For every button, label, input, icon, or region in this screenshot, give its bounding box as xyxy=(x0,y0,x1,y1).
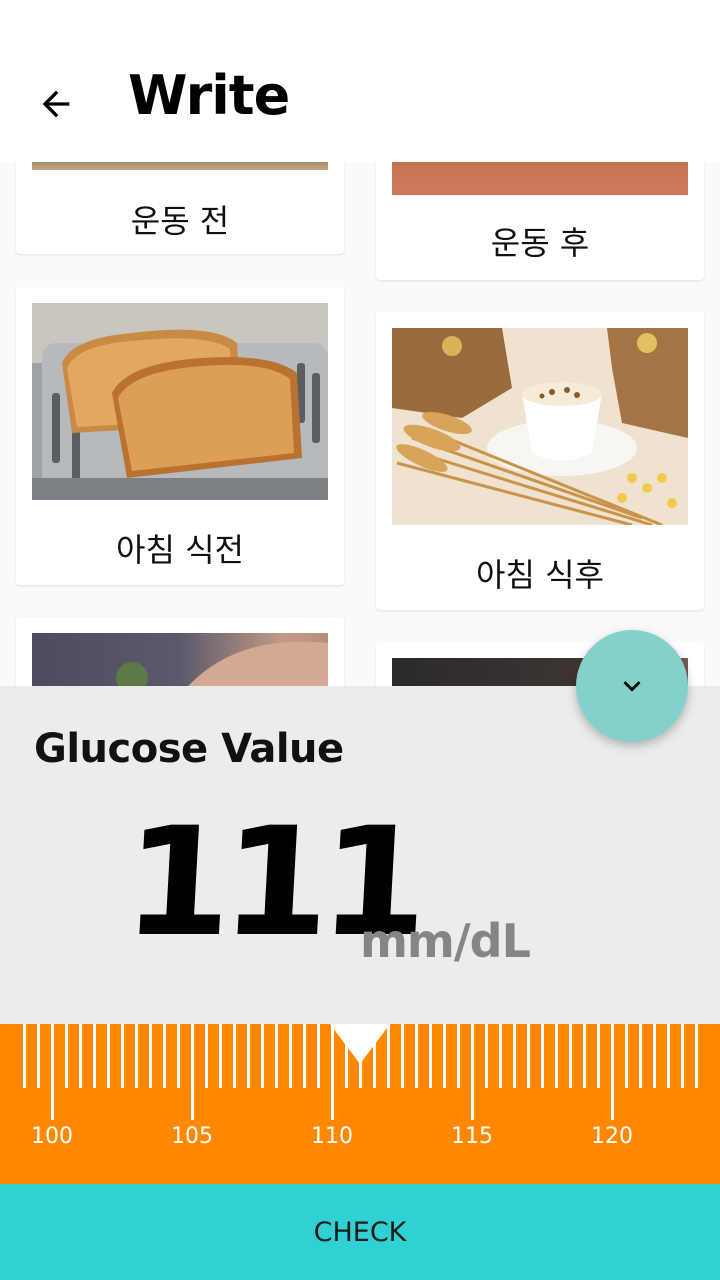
category-card-breakfast-before[interactable]: 아침 식전 xyxy=(16,287,344,585)
collapse-button[interactable] xyxy=(576,630,688,742)
glucose-ruler-slider[interactable]: 100 105 110 115 120 xyxy=(0,1024,720,1184)
category-label: 운동 후 xyxy=(490,224,590,262)
page-title: Write xyxy=(128,64,290,127)
back-button[interactable] xyxy=(30,78,82,130)
category-label: 아침 식전 xyxy=(116,531,244,569)
ruler-tick-label: 120 xyxy=(591,1124,633,1149)
toast-photo xyxy=(32,303,328,500)
ruler-tick-label: 110 xyxy=(311,1124,353,1149)
category-label: 아침 식후 xyxy=(476,556,604,594)
glucose-title: Glucose Value xyxy=(34,726,344,772)
glucose-unit: mm/dL xyxy=(360,914,531,968)
check-button[interactable]: CHECK xyxy=(0,1184,720,1280)
ruler-tick-label: 105 xyxy=(171,1124,213,1149)
ruler-tick-label: 100 xyxy=(31,1124,73,1149)
cereal-wheat-photo xyxy=(392,328,688,525)
category-label: 운동 전 xyxy=(130,202,230,240)
chevron-down-icon xyxy=(623,681,641,692)
arrow-back-icon xyxy=(42,90,70,118)
category-card-lunch-before[interactable] xyxy=(16,617,344,686)
lunch-before-photo xyxy=(32,633,328,686)
ruler-tick-label: 115 xyxy=(451,1124,493,1149)
category-card-breakfast-after[interactable]: 아침 식후 xyxy=(376,312,704,610)
ruler-indicator xyxy=(330,1024,390,1064)
app-bar: Write xyxy=(0,0,720,162)
